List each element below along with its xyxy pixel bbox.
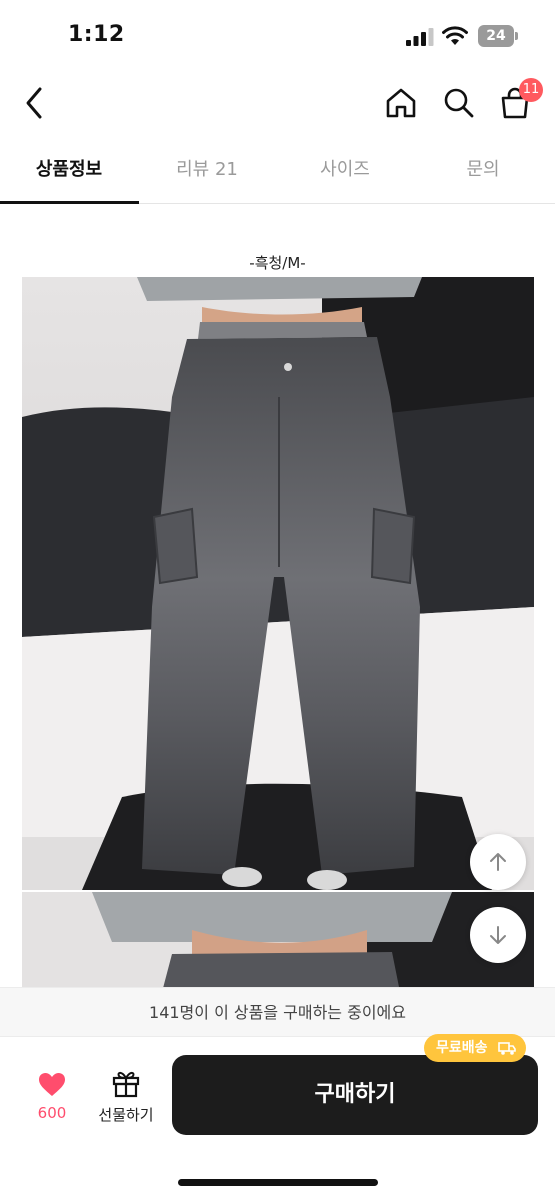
purchase-notice: 141명이 이 상품을 구매하는 중이에요 — [0, 987, 555, 1037]
tab-size[interactable]: 사이즈 — [276, 142, 414, 204]
home-indicator — [178, 1179, 378, 1186]
buy-button[interactable]: 구매하기 — [172, 1055, 538, 1135]
gift-button[interactable]: 선물하기 — [92, 1068, 160, 1130]
free-shipping-label: 무료배송 — [436, 1040, 488, 1056]
arrow-down-icon — [490, 926, 506, 944]
chevron-left-icon[interactable] — [20, 84, 50, 122]
arrow-up-icon — [490, 853, 506, 871]
heart-icon — [39, 1073, 65, 1096]
home-icon[interactable] — [384, 86, 418, 120]
product-photo — [22, 277, 534, 890]
gift-label: 선물하기 — [98, 1106, 154, 1124]
signal-icon — [406, 28, 434, 46]
top-nav: 11 — [0, 66, 555, 142]
product-tabs: 상품정보 리뷰 21 사이즈 문의 — [0, 142, 555, 204]
scroll-down-button[interactable] — [470, 907, 526, 963]
search-icon[interactable] — [442, 86, 476, 120]
bottom-action-bar: 141명이 이 상품을 구매하는 중이에요 600 선물하기 구매하기 무료배송 — [0, 987, 555, 1200]
wifi-icon — [442, 26, 468, 45]
tab-product-info[interactable]: 상품정보 — [0, 142, 138, 204]
battery-level: 24 — [478, 25, 514, 47]
like-button[interactable]: 600 — [28, 1072, 76, 1130]
truck-icon — [498, 1042, 516, 1055]
like-count: 600 — [37, 1104, 67, 1122]
free-shipping-badge: 무료배송 — [424, 1034, 526, 1062]
cart-count-badge: 11 — [519, 78, 543, 102]
option-caption: -흑청/M- — [249, 254, 306, 272]
active-tab-indicator — [0, 201, 139, 204]
scroll-up-button[interactable] — [470, 834, 526, 890]
tab-reviews[interactable]: 리뷰 21 — [138, 142, 276, 204]
tab-inquiry[interactable]: 문의 — [414, 142, 552, 204]
status-bar: 1:12 24 — [0, 0, 555, 66]
product-photo-second — [22, 892, 534, 992]
battery-icon: 24 — [478, 25, 518, 47]
status-time: 1:12 — [68, 22, 125, 47]
gift-icon — [112, 1071, 140, 1098]
